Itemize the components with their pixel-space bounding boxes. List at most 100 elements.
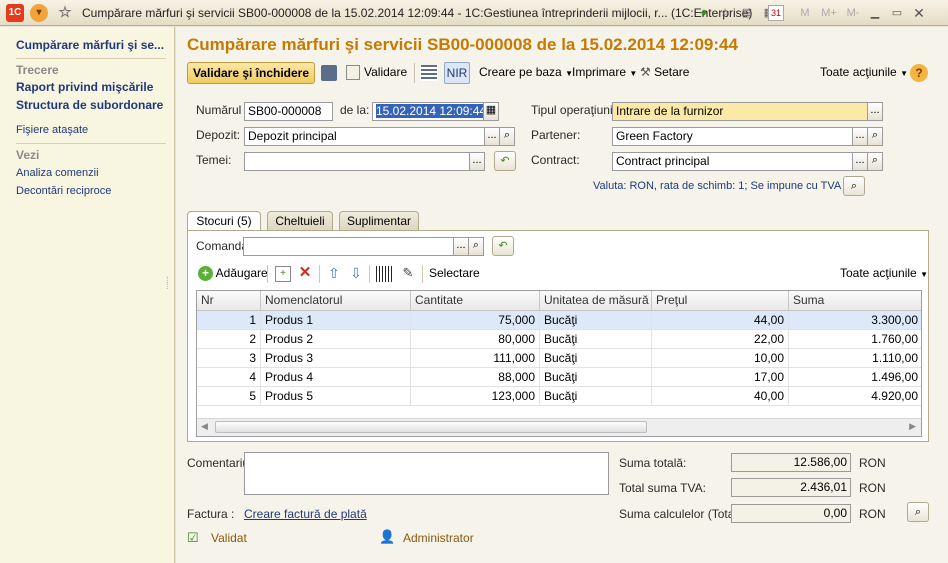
cell-unit[interactable]: Bucăţi — [540, 349, 652, 368]
scroll-right-icon[interactable]: ▶ — [909, 421, 916, 432]
maximize-icon[interactable]: ▭ — [888, 4, 906, 22]
calendar-picker-icon[interactable]: ▦ — [483, 102, 499, 121]
copy-row-icon[interactable]: + — [275, 266, 291, 282]
minimize-icon[interactable]: ▁ — [866, 4, 884, 22]
cell-price[interactable]: 40,00 — [652, 387, 789, 406]
stocks-table[interactable]: Nr Nomenclatorul Cantitate Unitatea de m… — [196, 290, 922, 437]
move-up-icon[interactable]: ⇧ — [326, 265, 342, 281]
cell-sum[interactable]: 4.920,00 — [789, 387, 921, 406]
memory-add-button[interactable]: M+ — [818, 4, 840, 22]
order-fill-icon[interactable]: ↶ — [492, 236, 514, 256]
currency-info-link[interactable]: Valuta: RON, rata de schimb: 1; Se impun… — [593, 180, 841, 192]
table-row[interactable]: 5 Produs 5 123,000 Bucăţi 40,00 4.920,00 — [197, 387, 921, 406]
cell-item[interactable]: Produs 4 — [261, 368, 411, 387]
column-header-item[interactable]: Nomenclatorul — [261, 291, 411, 311]
sidebar-item-movements-report[interactable]: Raport privind mişcările — [16, 80, 153, 94]
sidebar-item-subordination[interactable]: Structura de subordonare — [16, 98, 163, 112]
settings-button[interactable]: ⚒ Setare — [640, 62, 689, 84]
tab-stocks[interactable]: Stocuri (5) — [187, 211, 261, 231]
date-field[interactable]: 15.02.2014 12:09:44 — [372, 102, 484, 121]
column-header-sum[interactable]: Suma — [789, 291, 921, 311]
cell-quantity[interactable]: 75,000 — [411, 311, 540, 330]
create-invoice-link[interactable]: Creare factură de plată — [244, 507, 367, 521]
cell-sum[interactable]: 1.496,00 — [789, 368, 921, 387]
cell-item[interactable]: Produs 2 — [261, 330, 411, 349]
favorites-icon[interactable]: ☆ — [716, 4, 734, 22]
basis-select-button[interactable]: ... — [469, 152, 485, 171]
table-row[interactable]: 4 Produs 4 88,000 Bucăţi 17,00 1.496,00 — [197, 368, 921, 387]
sidebar-item-settlements[interactable]: Decontări reciproce — [16, 185, 111, 197]
partner-open-search-icon[interactable]: ⌕ — [867, 127, 883, 146]
warehouse-open-search-icon[interactable]: ⌕ — [499, 127, 515, 146]
create-based-on-button[interactable]: Creare pe baza ▼ — [479, 62, 573, 84]
help-icon[interactable]: ? — [910, 64, 928, 82]
column-header-unit[interactable]: Unitatea de măsură — [540, 291, 652, 311]
partner-select-button[interactable]: ... — [852, 127, 868, 146]
cell-unit[interactable]: Bucăţi — [540, 368, 652, 387]
contract-select-button[interactable]: ... — [852, 152, 868, 171]
order-open-search-icon[interactable]: ⌕ — [468, 237, 484, 256]
cell-quantity[interactable]: 123,000 — [411, 387, 540, 406]
comment-field[interactable] — [244, 452, 609, 495]
warehouse-select-button[interactable]: ... — [484, 127, 500, 146]
cell-quantity[interactable]: 88,000 — [411, 368, 540, 387]
sidebar-resize-handle[interactable]: ⁞ ⁞ — [166, 276, 169, 291]
memory-store-button[interactable]: M — [796, 4, 814, 22]
all-actions-button[interactable]: Toate acţiunile ▼ — [820, 62, 908, 84]
cell-sum[interactable]: 1.110,00 — [789, 349, 921, 368]
delete-row-icon[interactable]: ✕ — [297, 265, 313, 281]
scanner-icon[interactable]: ✎ — [400, 265, 416, 281]
tab-expenses[interactable]: Cheltuieli — [267, 211, 333, 230]
table-row[interactable]: 3 Produs 3 111,000 Bucăţi 10,00 1.110,00 — [197, 349, 921, 368]
tab-additional[interactable]: Suplimentar — [339, 211, 419, 230]
currency-search-icon[interactable]: ⌕ — [843, 176, 865, 196]
contract-field[interactable]: Contract principal — [612, 152, 853, 171]
cell-price[interactable]: 44,00 — [652, 311, 789, 330]
close-icon[interactable]: ✕ — [910, 4, 928, 22]
barcode-icon[interactable] — [376, 266, 392, 282]
cell-unit[interactable]: Bucăţi — [540, 330, 652, 349]
app-logo-icon[interactable]: 1C — [6, 4, 24, 22]
cell-sum[interactable]: 1.760,00 — [789, 330, 921, 349]
history-icon[interactable]: ▤ — [738, 4, 756, 22]
goto-arrow-icon[interactable]: ➜ — [694, 4, 712, 22]
cell-price[interactable]: 22,00 — [652, 330, 789, 349]
cell-item[interactable]: Produs 1 — [261, 311, 411, 330]
validate-button[interactable]: Validare — [346, 62, 407, 84]
cell-sum[interactable]: 3.300,00 — [789, 311, 921, 330]
print-button[interactable]: Imprimare ▼ — [572, 62, 637, 84]
cell-price[interactable]: 10,00 — [652, 349, 789, 368]
number-field[interactable]: SB00-000008 — [244, 102, 333, 121]
move-down-icon[interactable]: ⇩ — [348, 265, 364, 281]
order-select-button[interactable]: ... — [453, 237, 469, 256]
horizontal-scrollbar[interactable]: ◀ ▶ — [197, 418, 921, 436]
sidebar-item-attached-files[interactable]: Fişiere ataşate — [16, 124, 88, 136]
column-header-quantity[interactable]: Cantitate — [411, 291, 540, 311]
cell-quantity[interactable]: 111,000 — [411, 349, 540, 368]
journal-icon[interactable] — [421, 65, 437, 81]
add-row-button[interactable]: + Adăugare — [198, 263, 268, 285]
cell-item[interactable]: Produs 3 — [261, 349, 411, 368]
cell-unit[interactable]: Bucăţi — [540, 387, 652, 406]
cell-price[interactable]: 17,00 — [652, 368, 789, 387]
operation-type-select-button[interactable]: ... — [867, 102, 883, 121]
sidebar-item-order-analysis[interactable]: Analiza comenzii — [16, 167, 99, 179]
menu-dropdown-icon[interactable]: ▾ — [30, 4, 48, 22]
sidebar-item-current-document[interactable]: Cumpărare mărfuri şi se... — [16, 38, 164, 52]
basis-field[interactable] — [244, 152, 485, 171]
grid-all-actions-button[interactable]: Toate acţiunile ▼ — [840, 263, 928, 285]
settlements-search-icon[interactable]: ⌕ — [907, 502, 929, 522]
warehouse-field[interactable]: Depozit principal — [244, 127, 485, 146]
column-header-price[interactable]: Preţul — [652, 291, 789, 311]
table-row[interactable]: 1 Produs 1 75,000 Bucăţi 44,00 3.300,00 — [197, 311, 921, 330]
operation-type-field[interactable]: Intrare de la furnizor — [612, 102, 868, 121]
table-row[interactable]: 2 Produs 2 80,000 Bucăţi 22,00 1.760,00 — [197, 330, 921, 349]
partner-field[interactable]: Green Factory — [612, 127, 853, 146]
favorite-star-icon[interactable]: ☆ — [56, 4, 74, 22]
contract-open-search-icon[interactable]: ⌕ — [867, 152, 883, 171]
order-field[interactable] — [243, 237, 456, 256]
column-header-nr[interactable]: Nr — [197, 291, 261, 311]
select-items-button[interactable]: Selectare — [429, 263, 480, 285]
save-icon[interactable] — [321, 65, 337, 81]
calendar-icon[interactable]: 31 — [768, 5, 784, 21]
